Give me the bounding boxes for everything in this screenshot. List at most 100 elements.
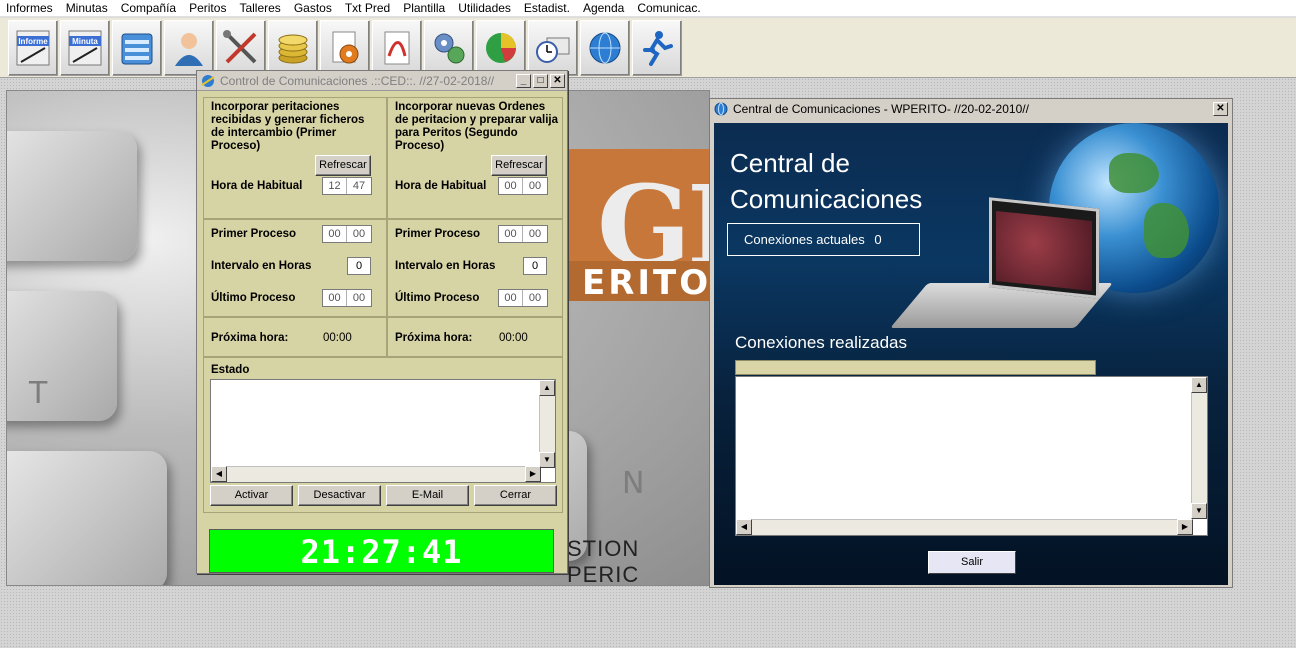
close-button[interactable]: ✕ xyxy=(1213,102,1228,116)
window-title: Control de Comunicaciones .::CED::. //27… xyxy=(220,73,495,88)
scroll-up-icon[interactable]: ▲ xyxy=(539,380,555,396)
estado-textarea[interactable]: ▲ ▼ ◀ ▶ xyxy=(210,379,556,483)
toolbar-document-gear-button[interactable] xyxy=(320,19,370,76)
toolbar-minuta-button[interactable]: Minuta xyxy=(60,19,110,76)
toolbar-settings-button[interactable] xyxy=(424,19,474,76)
svg-text:Informe: Informe xyxy=(18,37,48,46)
ultimo-proceso-right-field[interactable]: 00 00 xyxy=(498,289,548,307)
toolbar-user-button[interactable] xyxy=(164,19,214,76)
hora-habitual-left-hours[interactable]: 12 xyxy=(323,178,347,194)
conexiones-actuales-label: Conexiones actuales xyxy=(744,232,865,247)
cerrar-button[interactable]: Cerrar xyxy=(474,485,557,506)
close-button[interactable]: ✕ xyxy=(550,73,565,88)
informe-icon: Informe xyxy=(16,30,50,65)
menu-gastos[interactable]: Gastos xyxy=(288,1,339,15)
hora-habitual-right-minutes[interactable]: 00 xyxy=(523,178,547,194)
hora-habitual-right-field[interactable]: 00 00 xyxy=(498,177,548,195)
email-button[interactable]: E-Mail xyxy=(386,485,469,506)
scroll-right-icon[interactable]: ▶ xyxy=(525,466,541,482)
central-heading: Central de Comunicaciones xyxy=(730,145,922,217)
conexiones-actuales-value: 0 xyxy=(874,232,882,247)
control-comunicaciones-window: Control de Comunicaciones .::CED::. //27… xyxy=(196,70,568,574)
intervalo-left-field[interactable]: 0 xyxy=(347,257,371,275)
keyboard-key xyxy=(7,131,137,261)
activar-button[interactable]: Activar xyxy=(210,485,293,506)
laptop-screen xyxy=(989,197,1099,299)
runner-icon xyxy=(643,30,673,66)
conexiones-list-header xyxy=(735,360,1096,375)
menu-comunicac[interactable]: Comunicac. xyxy=(631,1,707,15)
hora-habitual-left-field[interactable]: 12 47 xyxy=(322,177,372,195)
scroll-left-icon[interactable]: ◀ xyxy=(211,466,227,482)
archive-icon xyxy=(121,33,153,64)
toolbar-pdf-button[interactable] xyxy=(372,19,422,76)
menu-agenda[interactable]: Agenda xyxy=(577,1,631,15)
clock-mail-icon xyxy=(536,37,570,63)
title-bar[interactable]: Control de Comunicaciones .::CED::. //27… xyxy=(197,71,567,91)
primer-proceso-right-minutes[interactable]: 00 xyxy=(523,226,547,242)
toolbar-archive-button[interactable] xyxy=(112,19,162,76)
toolbar-runner-button[interactable] xyxy=(632,19,682,76)
menu-talleres[interactable]: Talleres xyxy=(233,1,287,15)
toolbar-pie-chart-button[interactable] xyxy=(476,19,526,76)
estado-label: Estado xyxy=(211,364,250,376)
maximize-button[interactable]: □ xyxy=(533,73,548,88)
estado-vertical-scrollbar[interactable]: ▲ ▼ xyxy=(539,380,555,468)
hora-habitual-left-minutes[interactable]: 47 xyxy=(347,178,371,194)
salir-button[interactable]: Salir xyxy=(928,551,1016,574)
hora-habitual-right-label: Hora de Habitual xyxy=(395,180,487,192)
scroll-down-icon[interactable]: ▼ xyxy=(1191,503,1207,519)
primer-proceso-heading: Incorporar peritaciones recibidas y gene… xyxy=(211,101,365,152)
ultimo-proceso-left-field[interactable]: 00 00 xyxy=(322,289,372,307)
scroll-right-icon[interactable]: ▶ xyxy=(1177,519,1193,535)
title-bar[interactable]: Central de Comunicaciones - WPERITO- //2… xyxy=(710,99,1232,119)
ultimo-proceso-left-hours[interactable]: 00 xyxy=(323,290,347,306)
ultimo-proceso-right-hours[interactable]: 00 xyxy=(499,290,523,306)
menu-utilidades[interactable]: Utilidades xyxy=(452,1,518,15)
ultimo-proceso-left-label: Último Proceso xyxy=(211,292,296,304)
refresh-left-button[interactable]: Refrescar xyxy=(315,155,371,176)
toolbar-globe-button[interactable] xyxy=(580,19,630,76)
scroll-down-icon[interactable]: ▼ xyxy=(539,452,555,468)
menu-peritos[interactable]: Peritos xyxy=(183,1,233,15)
menu-txt-pred[interactable]: Txt Pred xyxy=(339,1,397,15)
hora-habitual-right-hours[interactable]: 00 xyxy=(499,178,523,194)
refresh-right-button[interactable]: Refrescar xyxy=(491,155,547,176)
key-letter: N xyxy=(622,466,645,501)
menu-minutas[interactable]: Minutas xyxy=(60,1,115,15)
minuta-icon: Minuta xyxy=(68,30,102,65)
toolbar-clock-mail-button[interactable] xyxy=(528,19,578,76)
estado-horizontal-scrollbar[interactable]: ◀ ▶ xyxy=(211,466,541,482)
toolbar-informe-button[interactable]: Informe xyxy=(8,19,58,76)
scroll-left-icon[interactable]: ◀ xyxy=(736,519,752,535)
primer-proceso-right-hours[interactable]: 00 xyxy=(499,226,523,242)
key-letter: T xyxy=(29,376,48,411)
ultimo-proceso-right-minutes[interactable]: 00 xyxy=(523,290,547,306)
segundo-proceso-heading: Incorporar nuevas Ordenes de peritacion … xyxy=(395,101,558,152)
proxima-hora-right-label: Próxima hora: xyxy=(395,332,473,344)
toolbar-tools-button[interactable] xyxy=(216,19,266,76)
menu-estadist[interactable]: Estadist. xyxy=(518,1,577,15)
list-vertical-scrollbar[interactable]: ▲ ▼ xyxy=(1191,377,1207,519)
toolbar-coins-button[interactable] xyxy=(268,19,318,76)
ultimo-proceso-left-minutes[interactable]: 00 xyxy=(347,290,371,306)
primer-proceso-right-field[interactable]: 00 00 xyxy=(498,225,548,243)
intervalo-right-field[interactable]: 0 xyxy=(523,257,547,275)
menu-plantilla[interactable]: Plantilla xyxy=(397,1,452,15)
menu-informes[interactable]: Informes xyxy=(0,1,60,15)
settings-icon xyxy=(434,33,465,63)
window-title: Central de Comunicaciones - WPERITO- //2… xyxy=(733,102,1029,116)
desactivar-button[interactable]: Desactivar xyxy=(298,485,381,506)
conexiones-list[interactable]: ▲ ▼ ◀ ▶ xyxy=(735,376,1208,536)
primer-proceso-left-minutes[interactable]: 00 xyxy=(347,226,371,242)
scroll-up-icon[interactable]: ▲ xyxy=(1191,377,1207,393)
primer-proceso-left-field[interactable]: 00 00 xyxy=(322,225,372,243)
minimize-button[interactable]: _ xyxy=(516,73,531,88)
menu-compania[interactable]: Compañía xyxy=(115,1,183,15)
svg-text:Minuta: Minuta xyxy=(72,37,98,46)
globe-land xyxy=(1144,203,1189,258)
primer-proceso-left-hours[interactable]: 00 xyxy=(323,226,347,242)
list-horizontal-scrollbar[interactable]: ◀ ▶ xyxy=(736,519,1193,535)
digital-clock: 21:27:41 xyxy=(209,529,554,573)
ultimo-proceso-right-label: Último Proceso xyxy=(395,292,480,304)
